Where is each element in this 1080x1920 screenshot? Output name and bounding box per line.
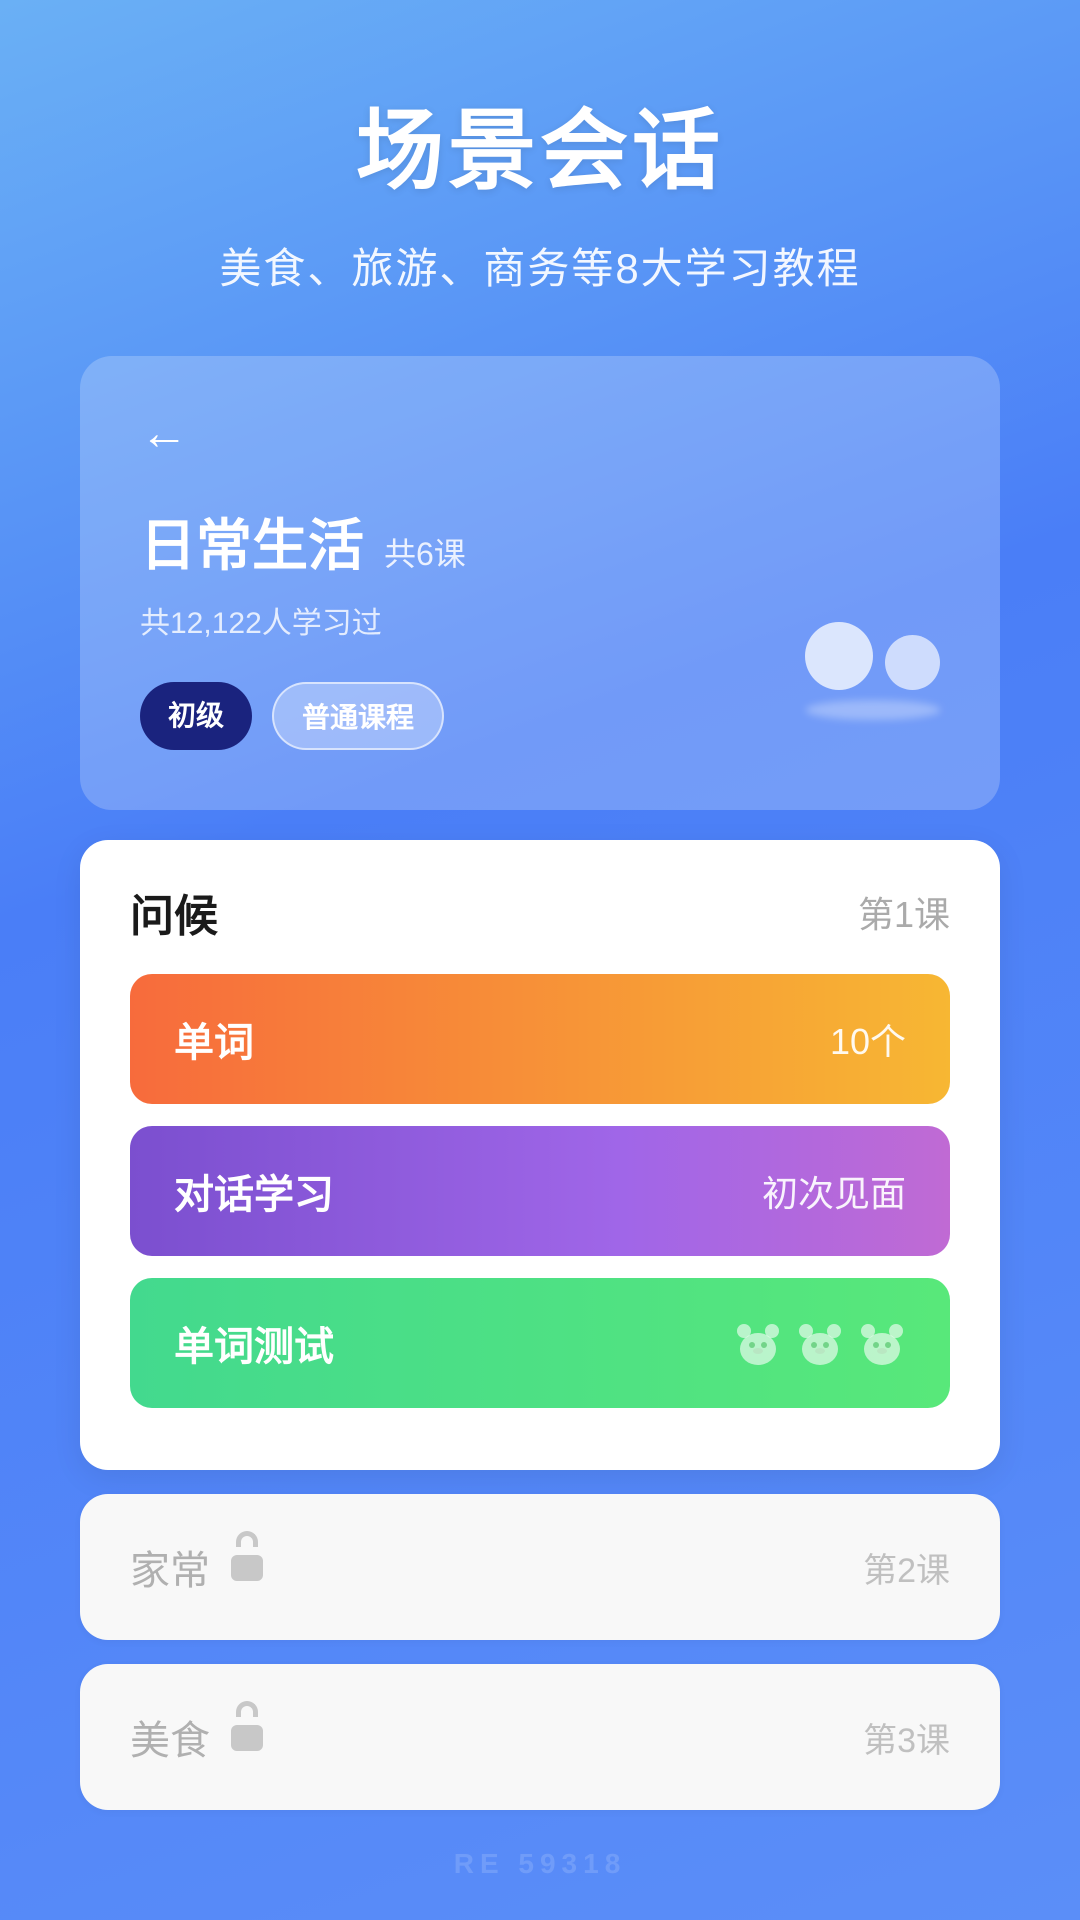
header: 场景会话 美食、旅游、商务等8大学习教程 [0, 0, 1080, 326]
bear-icon-2 [796, 1319, 844, 1367]
dialog-button[interactable]: 对话学习 初次见面 [130, 1126, 950, 1256]
lesson-card-1: 问候 第1课 单词 10个 对话学习 初次见面 单词测试 [80, 840, 1000, 1470]
vocab-test-label: 单词测试 [174, 1314, 334, 1372]
page-wrapper: 场景会话 美食、旅游、商务等8大学习教程 ← 日常生活 共6课 共12,122人… [0, 0, 1080, 1920]
back-button[interactable]: ← [140, 406, 188, 461]
course-title: 日常生活 [140, 501, 364, 582]
page-subtitle: 美食、旅游、商务等8大学习教程 [60, 235, 1020, 296]
lock-body-2 [231, 1555, 263, 1581]
page-title: 场景会话 [60, 80, 1020, 207]
bear-icons [734, 1319, 906, 1367]
lesson-card-3: 美食 第3课 [80, 1664, 1000, 1810]
lessons-container: 问候 第1课 单词 10个 对话学习 初次见面 单词测试 [80, 840, 1000, 1810]
vocab-label: 单词 [174, 1010, 254, 1068]
vocab-button[interactable]: 单词 10个 [130, 974, 950, 1104]
tag-outline[interactable]: 普通课程 [272, 682, 444, 750]
deco-dot-reflect [805, 700, 940, 720]
bear-icon-3 [858, 1319, 906, 1367]
lock-body-3 [231, 1725, 263, 1751]
lock-icon-3 [228, 1715, 266, 1759]
lesson-2-left: 家常 [130, 1538, 266, 1596]
lesson-3-number: 第3课 [863, 1713, 950, 1762]
dialog-subtitle: 初次见面 [762, 1165, 906, 1217]
vocab-test-button[interactable]: 单词测试 [130, 1278, 950, 1408]
lock-shackle-3 [236, 1701, 258, 1717]
lesson-1-number: 第1课 [858, 886, 950, 938]
course-title-row: 日常生活 共6课 [140, 501, 940, 582]
deco-dot-small [885, 635, 940, 690]
deco-dot-big [805, 622, 873, 690]
lock-shackle-2 [236, 1531, 258, 1547]
vocab-count: 10个 [830, 1013, 906, 1065]
lesson-2-number: 第2课 [863, 1543, 950, 1592]
course-lesson-count: 共6课 [384, 529, 466, 575]
lesson-3-name: 美食 [130, 1708, 210, 1766]
lesson-1-header: 问候 第1课 [130, 880, 950, 944]
watermark: RE 59318 [454, 1848, 627, 1880]
deco-dots [805, 622, 940, 690]
lesson-1-name: 问候 [130, 880, 218, 944]
bear-icon-1 [734, 1319, 782, 1367]
lesson-2-name: 家常 [130, 1538, 210, 1596]
course-panel: ← 日常生活 共6课 共12,122人学习过 初级 普通课程 [80, 356, 1000, 810]
lesson-3-left: 美食 [130, 1708, 266, 1766]
dialog-label: 对话学习 [174, 1162, 334, 1220]
lock-icon-2 [228, 1545, 266, 1589]
lesson-card-2: 家常 第2课 [80, 1494, 1000, 1640]
tag-primary[interactable]: 初级 [140, 682, 252, 750]
